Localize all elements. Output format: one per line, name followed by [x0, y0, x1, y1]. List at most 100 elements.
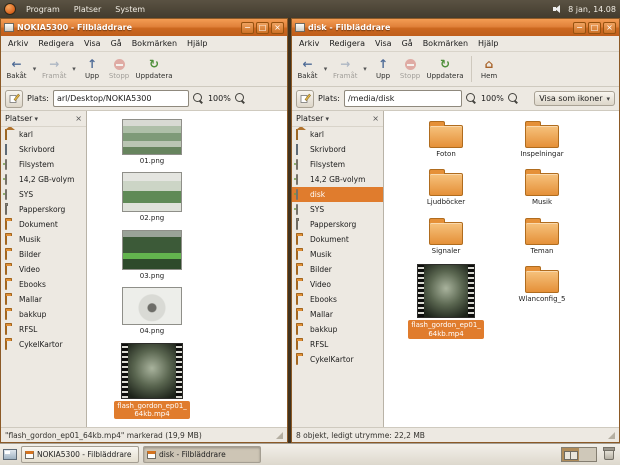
sidebar-item-sys[interactable]: SYS [292, 202, 383, 217]
sidebar-item-ebooks[interactable]: Ebooks [1, 277, 86, 292]
folder-item[interactable]: Inspelningar [494, 119, 590, 158]
volume-icon[interactable] [553, 4, 563, 14]
back-history-dropdown[interactable] [30, 54, 39, 85]
sidebar-item-bakkup[interactable]: bakkup [292, 322, 383, 337]
menu-bokmarken[interactable]: Bokmärken [418, 37, 473, 50]
toggle-location-entry-button[interactable] [5, 89, 23, 108]
sidebar-item-musik[interactable]: Musik [1, 232, 86, 247]
sidebar-item-rfsl[interactable]: RFSL [292, 337, 383, 352]
workspace-1[interactable] [562, 448, 579, 461]
zoom-level[interactable]: 100% [481, 94, 504, 103]
maximize-button[interactable] [256, 21, 269, 34]
folder-item[interactable]: Ljudböcker [398, 167, 494, 206]
file-item[interactable]: 02.png [122, 172, 182, 222]
sidebar-item-skrivbord[interactable]: Skrivbord [292, 142, 383, 157]
view-mode-dropdown[interactable]: Visa som ikoner [534, 91, 615, 106]
sidebar-item-disk[interactable]: disk [292, 187, 383, 202]
menu-redigera[interactable]: Redigera [33, 37, 79, 50]
sidebar-item-filsystem[interactable]: Filsystem [292, 157, 383, 172]
sidebar-item-mallar[interactable]: Mallar [1, 292, 86, 307]
folder-item[interactable]: Musik [494, 167, 590, 206]
file-item-selected[interactable]: flash_gordon_ep01_64kb.mp4 [398, 264, 494, 339]
sidebar-item-karl[interactable]: karl [292, 127, 383, 142]
resize-grip[interactable] [276, 431, 283, 439]
reload-button[interactable]: Uppdatera [424, 54, 467, 85]
menu-visa[interactable]: Visa [79, 37, 106, 50]
titlebar[interactable]: disk - Filbläddrare [292, 19, 619, 36]
sidebar-item-ebooks[interactable]: Ebooks [292, 292, 383, 307]
sidebar-item-cykelkartor[interactable]: CykelKartor [292, 352, 383, 367]
maximize-button[interactable] [588, 21, 601, 34]
sidebar-item-video[interactable]: Video [292, 277, 383, 292]
toggle-location-entry-button[interactable] [296, 89, 314, 108]
file-view[interactable]: 01.png 02.png 03.png 04.png flash_gordon… [87, 111, 287, 427]
forward-button[interactable]: Framåt [39, 54, 70, 85]
file-item[interactable]: 01.png [122, 119, 182, 165]
folder-item[interactable]: Wlanconfig_5 [494, 264, 590, 303]
file-view[interactable]: Foton Inspelningar Ljudböcker Musik Sign… [384, 111, 619, 427]
sidebar-item-mallar[interactable]: Mallar [292, 307, 383, 322]
sidebar-item-dokument[interactable]: Dokument [1, 217, 86, 232]
forward-button[interactable]: Framåt [330, 54, 361, 85]
home-button[interactable]: Hem [476, 54, 503, 85]
menu-system[interactable]: System [109, 3, 151, 16]
zoom-in-icon[interactable] [507, 93, 519, 104]
folder-item[interactable]: Signaler [398, 216, 494, 255]
sidebar-item-bilder[interactable]: Bilder [1, 247, 86, 262]
forward-history-dropdown[interactable] [361, 54, 370, 85]
workspace-2[interactable] [579, 448, 596, 461]
show-desktop-icon[interactable] [3, 449, 17, 460]
menu-arkiv[interactable]: Arkiv [294, 37, 324, 50]
sidebar-header[interactable]: Platser [1, 111, 86, 127]
zoom-in-icon[interactable] [234, 93, 246, 104]
file-item[interactable]: 03.png [122, 229, 182, 280]
sidebar-item-video[interactable]: Video [1, 262, 86, 277]
sidebar-item-bakkup[interactable]: bakkup [1, 307, 86, 322]
back-button[interactable]: Bakåt [294, 54, 321, 85]
back-button[interactable]: Bakåt [3, 54, 30, 85]
minimize-button[interactable] [573, 21, 586, 34]
folder-item[interactable]: Teman [494, 216, 590, 255]
up-button[interactable]: Upp [79, 54, 106, 85]
zoom-level[interactable]: 100% [208, 94, 231, 103]
clock[interactable]: 8 jan, 14.08 [568, 5, 616, 14]
sidebar-item-cykelkartor[interactable]: CykelKartor [1, 337, 86, 352]
close-button[interactable] [603, 21, 616, 34]
reload-button[interactable]: Uppdatera [133, 54, 176, 85]
menu-hjalp[interactable]: Hjälp [182, 37, 212, 50]
sidebar-item-sys[interactable]: SYS [1, 187, 86, 202]
taskbar-window-nokia5300[interactable]: NOKIA5300 - Filbläddrare [21, 446, 139, 463]
sidebar-item-karl[interactable]: karl [1, 127, 86, 142]
sidebar-item-papperskorg[interactable]: Papperskorg [292, 217, 383, 232]
stop-button[interactable]: Stopp [397, 54, 424, 85]
location-input[interactable]: /media/disk [343, 90, 462, 107]
folder-item[interactable]: Foton [398, 119, 494, 158]
menu-ga[interactable]: Gå [106, 37, 127, 50]
menu-redigera[interactable]: Redigera [324, 37, 370, 50]
taskbar-window-disk[interactable]: disk - Filbläddrare [143, 446, 261, 463]
ubuntu-logo-icon[interactable] [4, 3, 16, 15]
zoom-out-icon[interactable] [192, 93, 204, 104]
sidebar-close-icon[interactable] [372, 114, 379, 123]
sidebar-item-musik[interactable]: Musik [292, 247, 383, 262]
sidebar-item-dokument[interactable]: Dokument [292, 232, 383, 247]
menu-platser[interactable]: Platser [68, 3, 107, 16]
sidebar-item-filsystem[interactable]: Filsystem [1, 157, 86, 172]
titlebar[interactable]: NOKIA5300 - Filbläddrare [1, 19, 287, 36]
menu-arkiv[interactable]: Arkiv [3, 37, 33, 50]
menu-visa[interactable]: Visa [370, 37, 397, 50]
stop-button[interactable]: Stopp [106, 54, 133, 85]
resize-grip[interactable] [608, 431, 615, 439]
sidebar-close-icon[interactable] [75, 114, 82, 123]
up-button[interactable]: Upp [370, 54, 397, 85]
close-button[interactable] [271, 21, 284, 34]
file-item-selected[interactable]: flash_gordon_ep01_64kb.mp4 [114, 342, 190, 420]
back-history-dropdown[interactable] [321, 54, 330, 85]
sidebar-item-bilder[interactable]: Bilder [292, 262, 383, 277]
sidebar-header[interactable]: Platser [292, 111, 383, 127]
sidebar-item-papperskorg[interactable]: Papperskorg [1, 202, 86, 217]
trash-applet-icon[interactable] [603, 447, 615, 460]
sidebar-item-volym[interactable]: 14,2 GB-volym [292, 172, 383, 187]
menu-hjalp[interactable]: Hjälp [473, 37, 503, 50]
zoom-out-icon[interactable] [465, 93, 477, 104]
